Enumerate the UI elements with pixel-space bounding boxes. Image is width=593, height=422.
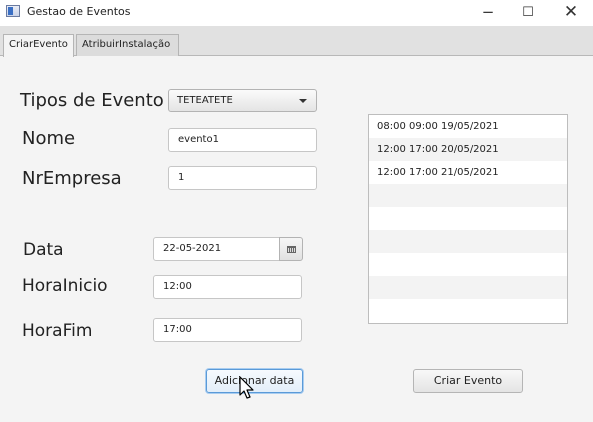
minimize-button[interactable]: −: [468, 0, 508, 26]
nrempresa-label: NrEmpresa: [22, 168, 122, 189]
horafim-input[interactable]: 17:00: [153, 318, 302, 342]
list-item[interactable]: 12:00 17:00 21/05/2021: [369, 161, 567, 184]
title-bar: Gestao de Eventos − ☐ ✕: [0, 0, 593, 26]
list-item[interactable]: [369, 299, 567, 322]
horafim-label: HoraFim: [22, 321, 93, 341]
app-icon: [6, 5, 20, 17]
date-picker-button[interactable]: [279, 237, 303, 261]
horainicio-label: HoraInicio: [22, 276, 108, 296]
close-button[interactable]: ✕: [551, 0, 591, 26]
tab-strip: CriarEvento AtribuirInstalação: [0, 26, 593, 57]
list-item[interactable]: 08:00 09:00 19/05/2021: [369, 115, 567, 138]
data-label: Data: [23, 240, 64, 260]
tab-criar-evento[interactable]: CriarEvento: [3, 34, 74, 57]
tipos-evento-value: TETEATETE: [177, 95, 233, 106]
tab-atribuir-instalacao[interactable]: AtribuirInstalação: [76, 34, 179, 56]
create-event-button[interactable]: Criar Evento: [413, 369, 523, 393]
dates-list[interactable]: 08:00 09:00 19/05/2021 12:00 17:00 20/05…: [368, 114, 568, 324]
window-title: Gestao de Eventos: [27, 5, 131, 18]
list-item[interactable]: [369, 276, 567, 299]
nrempresa-input[interactable]: 1: [168, 166, 317, 190]
mouse-pointer-icon: [239, 376, 254, 399]
list-item[interactable]: 12:00 17:00 20/05/2021: [369, 138, 567, 161]
tipos-evento-select[interactable]: TETEATETE: [168, 89, 317, 112]
calendar-icon: [287, 246, 296, 253]
chevron-down-icon: [299, 99, 307, 103]
list-item[interactable]: [369, 184, 567, 207]
maximize-button[interactable]: ☐: [508, 0, 548, 26]
list-item[interactable]: [369, 230, 567, 253]
horainicio-input[interactable]: 12:00: [153, 275, 302, 299]
data-input[interactable]: 22-05-2021: [153, 237, 280, 261]
list-item[interactable]: [369, 207, 567, 230]
nome-label: Nome: [22, 128, 76, 149]
list-item[interactable]: [369, 253, 567, 276]
nome-input[interactable]: evento1: [168, 128, 317, 152]
tipos-evento-label: Tipos de Evento: [20, 90, 164, 111]
